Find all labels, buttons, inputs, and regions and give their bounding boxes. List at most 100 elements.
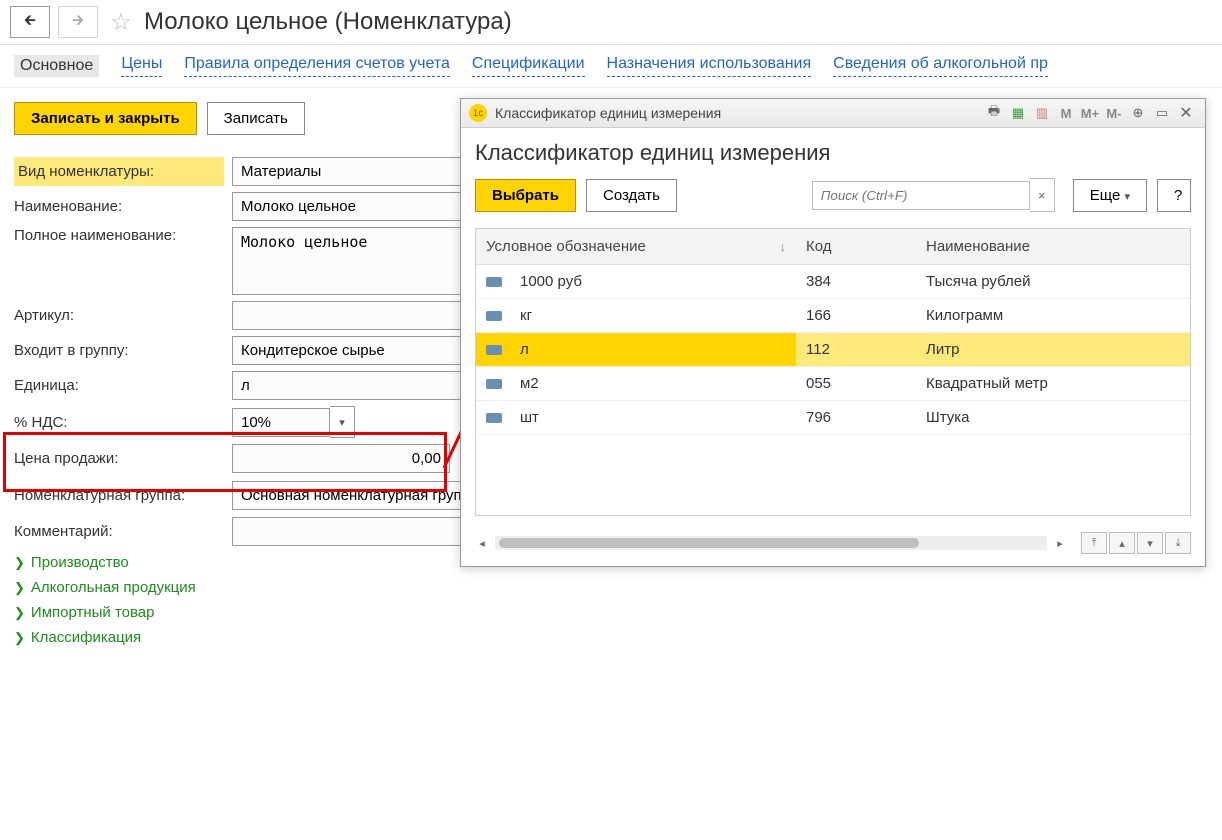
print-icon[interactable]: 🖶 [983,103,1005,123]
help-button[interactable]: ? [1157,179,1191,212]
name-label: Наименование: [14,198,224,215]
forward-button[interactable]: 🡲 [58,6,98,38]
table-row[interactable]: шт 796Штука [476,401,1190,435]
cell-name: Штука [916,401,1190,434]
chevron-down-icon: ▾ [1124,191,1130,203]
row-icon [486,277,502,287]
tab-prices[interactable]: Цены [121,55,162,77]
search-input[interactable] [812,181,1030,210]
cell-code: 166 [796,299,916,332]
dialog-titlebar-text: Классификатор единиц измерения [495,105,981,121]
column-code[interactable]: Код [796,229,916,264]
tab-specs[interactable]: Спецификации [472,55,585,77]
vat-dropdown-button[interactable]: ▾ [330,406,355,438]
article-label: Артикул: [14,307,224,324]
cell-name: Килограмм [916,299,1190,332]
tab-usage[interactable]: Назначения использования [607,55,812,77]
dialog-header: Классификатор единиц измерения [461,128,1205,172]
expander-label: Производство [31,554,129,571]
nav-up-button[interactable]: ▴ [1109,532,1135,554]
tab-alcohol-info[interactable]: Сведения об алкогольной пр [833,55,1048,77]
cell-code: 055 [796,367,916,400]
unit-label: Единица: [14,377,224,394]
row-icon [486,345,502,355]
cell-symbol: кг [520,307,532,324]
expander-label: Импортный товар [31,604,155,621]
favorite-star-icon[interactable]: ☆ [106,7,136,37]
cell-name: Квадратный метр [916,367,1190,400]
nav-first-button[interactable]: ⤒ [1081,532,1107,554]
close-icon[interactable]: ✕ [1175,103,1197,123]
article-input[interactable] [232,301,462,330]
app-1c-icon: 1c [469,104,487,122]
cell-name: Литр [916,333,1190,366]
column-name[interactable]: Наименование [916,229,1190,264]
chevron-right-icon: ❯ [14,555,25,571]
expander-alcohol[interactable]: ❯ Алкогольная продукция [14,579,1208,596]
fullname-textarea[interactable]: Молоко цельное [232,227,462,295]
chevron-right-icon: ❯ [14,605,25,621]
row-icon [486,413,502,423]
search-clear-button[interactable]: × [1030,178,1055,212]
table-row[interactable]: м2 055Квадратный метр [476,367,1190,401]
chevron-right-icon: ❯ [14,630,25,646]
cell-code: 796 [796,401,916,434]
vat-label: % НДС: [14,414,224,431]
row-icon [486,311,502,321]
cell-symbol: 1000 руб [520,273,582,290]
save-button[interactable]: Записать [207,102,305,135]
name-input[interactable] [232,192,462,221]
page-title: Молоко цельное (Номенклатура) [144,8,512,36]
cell-name: Тысяча рублей [916,265,1190,298]
save-and-close-button[interactable]: Записать и закрыть [14,102,197,135]
cell-symbol: л [520,341,529,358]
nomgroup-label: Номенклатурная группа: [14,487,224,504]
scroll-right-button[interactable]: ▸ [1053,536,1067,550]
cell-code: 384 [796,265,916,298]
row-icon [486,379,502,389]
expander-label: Алкогольная продукция [31,579,196,596]
sort-indicator-icon: ↓ [780,239,787,254]
cell-code: 112 [796,333,916,366]
memory-mminus-button[interactable]: M- [1103,103,1125,123]
expander-label: Классификация [31,629,141,646]
table-row[interactable]: кг 166Килограмм [476,299,1190,333]
nav-down-button[interactable]: ▾ [1137,532,1163,554]
tab-bar: Основное Цены Правила определения счетов… [0,45,1222,88]
saleprice-input[interactable] [232,444,450,473]
group-input[interactable] [232,336,462,365]
fullname-label: Полное наименование: [14,227,224,244]
chevron-right-icon: ❯ [14,580,25,596]
back-button[interactable]: 🡰 [10,6,50,38]
memory-mplus-button[interactable]: M+ [1079,103,1101,123]
scroll-left-button[interactable]: ◂ [475,536,489,550]
units-table: Условное обозначение↓ Код Наименование 1… [475,228,1191,516]
cell-symbol: м2 [520,375,539,392]
select-button[interactable]: Выбрать [475,179,576,212]
calc-icon[interactable]: ▦ [1007,103,1029,123]
units-classifier-dialog: 1c Классификатор единиц измерения 🖶 ▦ ▥ … [460,98,1206,567]
expander-import[interactable]: ❯ Импортный товар [14,604,1208,621]
table-row[interactable]: 1000 руб 384Тысяча рублей [476,265,1190,299]
horizontal-scrollbar[interactable] [495,536,1047,550]
column-symbol[interactable]: Условное обозначение↓ [476,229,796,264]
calendar-icon[interactable]: ▥ [1031,103,1053,123]
nav-last-button[interactable]: ⤓ [1165,532,1191,554]
kind-input[interactable] [232,157,462,186]
group-label: Входит в группу: [14,342,224,359]
zoom-in-icon[interactable]: ⊕ [1127,103,1149,123]
more-button[interactable]: Еще ▾ [1073,179,1147,212]
saleprice-label: Цена продажи: [14,450,224,467]
kind-label: Вид номенклатуры: [14,157,224,186]
memory-m-button[interactable]: M [1055,103,1077,123]
table-row[interactable]: л 112Литр [476,333,1190,367]
minimize-icon[interactable]: ▭ [1151,103,1173,123]
comment-label: Комментарий: [14,523,224,540]
unit-input[interactable] [232,371,462,400]
tab-main[interactable]: Основное [14,55,99,77]
create-button[interactable]: Создать [586,179,677,212]
vat-input[interactable] [232,408,330,437]
cell-symbol: шт [520,409,539,426]
tab-account-rules[interactable]: Правила определения счетов учета [184,55,450,77]
expander-classification[interactable]: ❯ Классификация [14,629,1208,646]
